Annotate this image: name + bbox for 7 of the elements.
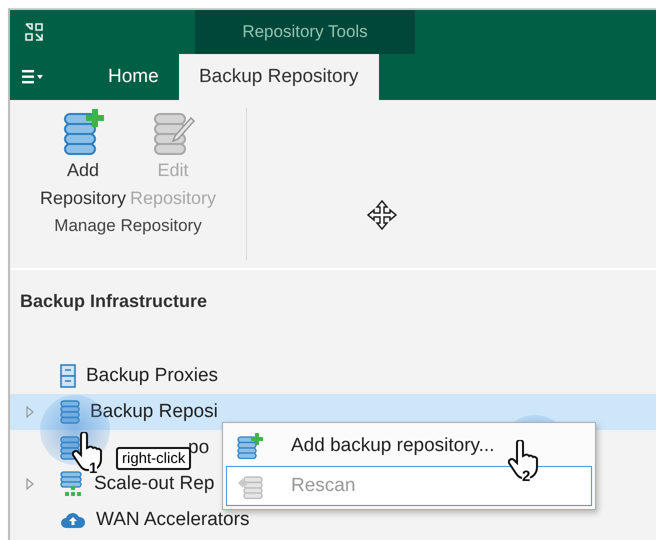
section-title: Backup Infrastructure [19, 290, 208, 313]
contextual-tab-group-label: Repository Tools [195, 10, 415, 54]
tree-item-label: Backup Proxies [86, 365, 218, 387]
tree-item-label: WAN Accelerators [96, 509, 250, 531]
step-number: 1 [89, 460, 98, 477]
ribbon-group-label: Manage Repository [54, 216, 202, 236]
tree-item-label: Backup Reposi [90, 401, 218, 423]
